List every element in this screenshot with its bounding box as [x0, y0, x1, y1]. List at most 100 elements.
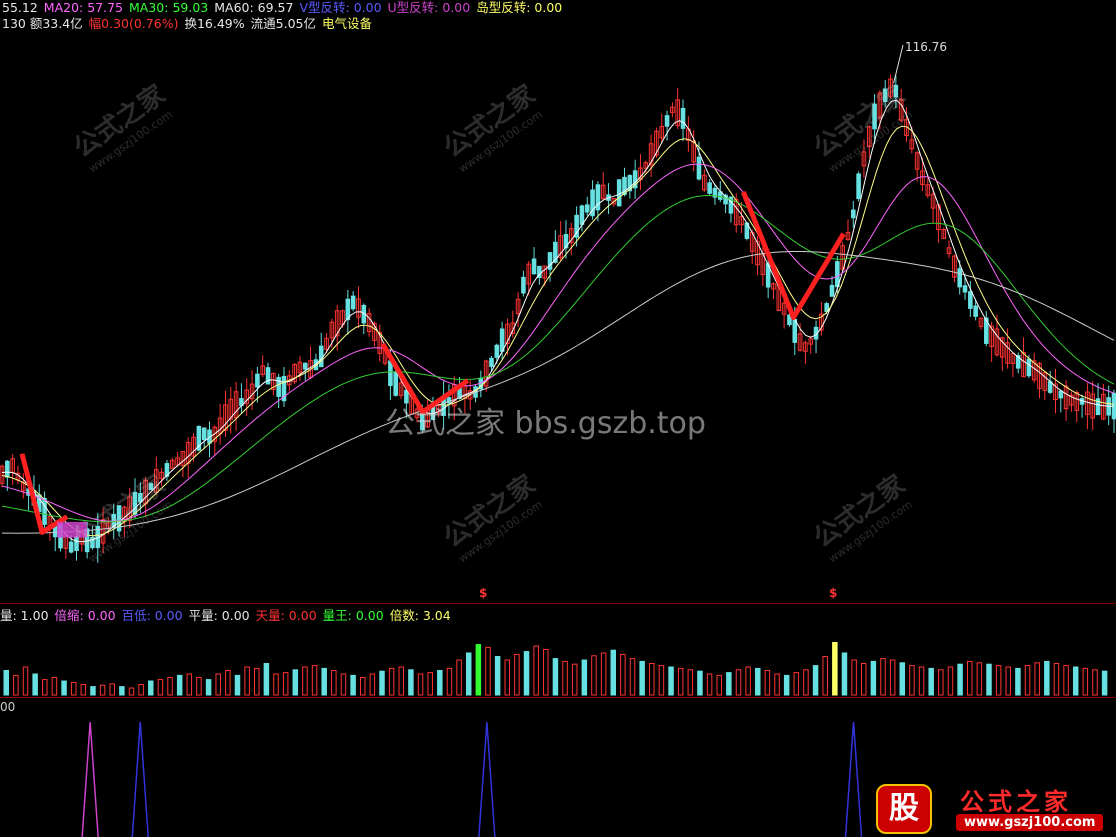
volume-bar [668, 666, 674, 696]
header-value-0: 55.12 [2, 0, 38, 15]
candle-body [579, 205, 585, 225]
volume-bar [889, 659, 896, 696]
candle-body [584, 204, 590, 213]
volume-bar [417, 673, 424, 696]
stock-value-3: 流通5.05亿 [250, 16, 316, 31]
volume-bar [321, 667, 327, 696]
volume-bar [273, 673, 279, 696]
volume-bar [716, 674, 722, 696]
header-value-4: V型反转: 0.00 [299, 0, 382, 15]
volume-bar [677, 667, 684, 696]
volume-bar [1072, 666, 1079, 696]
volume-bar [359, 677, 366, 696]
stock-value-4: 电气设备 [321, 16, 372, 31]
volume-bar [1034, 662, 1040, 696]
volume-bar [706, 673, 713, 696]
volume-bar [851, 659, 857, 696]
volume-bar [302, 666, 308, 696]
volume-bar [196, 677, 202, 696]
volume-bar [61, 680, 67, 696]
volume-bar [1015, 667, 1021, 696]
volume-bar [1044, 660, 1050, 696]
volume-bar [899, 662, 906, 696]
volume-bar [292, 669, 299, 696]
volume-bar [408, 669, 414, 696]
volume-bar [600, 652, 607, 696]
volume-bar [812, 665, 819, 696]
volume-bar [629, 658, 636, 696]
volume-bar [205, 679, 212, 696]
logo-title: 公式之家 [960, 788, 1072, 816]
volume-bar [552, 658, 559, 696]
volume-bar [331, 670, 337, 696]
volume-bar [244, 666, 250, 696]
volume-bar [793, 672, 800, 696]
volume-bar [774, 673, 780, 696]
overlay-watermark: 公式之家 bbs.gszb.top [385, 406, 706, 441]
header-value-3: MA60: 69.57 [214, 0, 294, 15]
volume-panel-divider [0, 697, 1116, 698]
candle-body [962, 285, 968, 293]
volume-bar [1082, 667, 1089, 696]
volume-bar [13, 674, 19, 696]
volume-bar [148, 680, 154, 696]
header-value-6: 岛型反转: 0.00 [476, 0, 563, 15]
volume-bar [22, 666, 29, 696]
volume-bar [350, 674, 356, 696]
volume-legend: 量: 1.00 倍缩: 0.00 百低: 0.00 平量: 0.00 天量: 0.00 量… [0, 605, 457, 624]
volume-bar [764, 670, 771, 696]
volume-bar [1053, 663, 1060, 696]
volume-bar [70, 681, 77, 696]
candle-body [521, 276, 526, 294]
main-panel-divider [0, 603, 1116, 604]
candle-body [499, 328, 505, 352]
indicator-spike [478, 721, 496, 837]
volume-bar [186, 673, 193, 696]
candle-body [5, 460, 10, 478]
candle-body [393, 371, 399, 396]
volume-legend-item-3: 平量: 0.00 [188, 608, 250, 623]
volume-bar [128, 687, 135, 696]
volume-bar [928, 667, 934, 696]
volume-legend-item-1: 倍缩: 0.00 [54, 608, 116, 623]
volume-bar [523, 651, 530, 696]
candle-body [957, 268, 963, 288]
volume-bar [783, 674, 790, 696]
volume-bar [1101, 670, 1108, 696]
volume-bar [976, 662, 983, 696]
volume-bar [176, 674, 183, 696]
volume-bar [1063, 665, 1069, 696]
volume-bar [427, 672, 433, 696]
indicator-spike [81, 721, 99, 837]
volume-bar [986, 663, 992, 696]
volume-bar [755, 667, 761, 696]
volume-bar [485, 646, 491, 696]
volume-bar [109, 683, 115, 696]
volume-bar [398, 666, 405, 696]
volume-bar [254, 667, 260, 696]
volume-bar [42, 679, 48, 696]
volume-bar [832, 642, 838, 696]
volume-bar [51, 677, 58, 696]
volume-bar [263, 663, 270, 696]
site-logo: 股 公式之家 www.gszj100.com [872, 780, 1116, 837]
indicator-spike [131, 721, 149, 837]
candle-body [494, 344, 500, 358]
volume-bar [726, 672, 732, 696]
candle-body [696, 156, 702, 180]
volume-bar [957, 663, 963, 696]
candle-body [531, 258, 537, 275]
volume-legend-item-6: 倍数: 3.04 [389, 608, 451, 623]
volume-bar [340, 673, 347, 696]
candle-body [302, 362, 308, 370]
volume-bar [658, 665, 665, 696]
volume-bar [99, 684, 106, 696]
logo-badge-icon: 股 [876, 784, 932, 834]
candle-body [42, 497, 47, 525]
volume-bar [697, 670, 703, 696]
volume-legend-item-4: 天量: 0.00 [255, 608, 317, 623]
header-value-5: U型反转: 0.00 [387, 0, 471, 15]
candle-body [489, 357, 494, 368]
volume-bar [1092, 669, 1098, 696]
candle-body [1026, 358, 1032, 377]
